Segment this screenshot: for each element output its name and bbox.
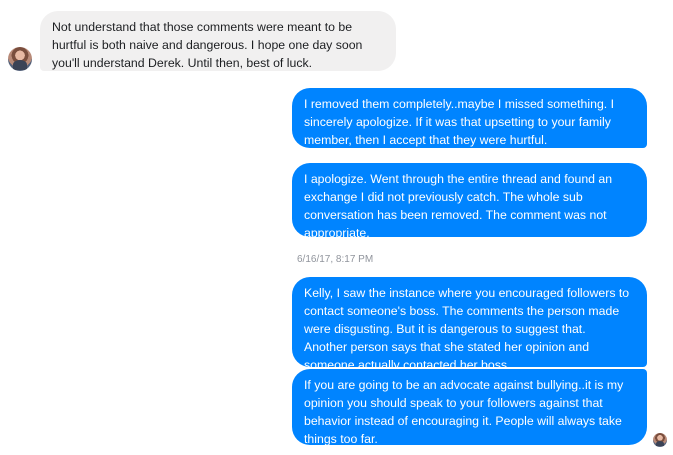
sender-avatar[interactable] xyxy=(8,47,32,71)
message-bubble-sent[interactable]: I apologize. Went through the entire thr… xyxy=(292,163,647,240)
message-timestamp: 6/16/17, 8:17 PM xyxy=(297,254,374,265)
seen-avatar-icon xyxy=(653,433,667,447)
message-bubble-sent[interactable]: I removed them completely..maybe I misse… xyxy=(292,88,647,148)
message-thread: Not understand that those comments were … xyxy=(0,0,673,455)
message-bubble-sent[interactable]: If you are going to be an advocate again… xyxy=(292,369,647,446)
message-bubble-received[interactable]: Not understand that those comments were … xyxy=(40,11,396,71)
message-bubble-sent[interactable]: Kelly, I saw the instance where you enco… xyxy=(292,277,647,372)
